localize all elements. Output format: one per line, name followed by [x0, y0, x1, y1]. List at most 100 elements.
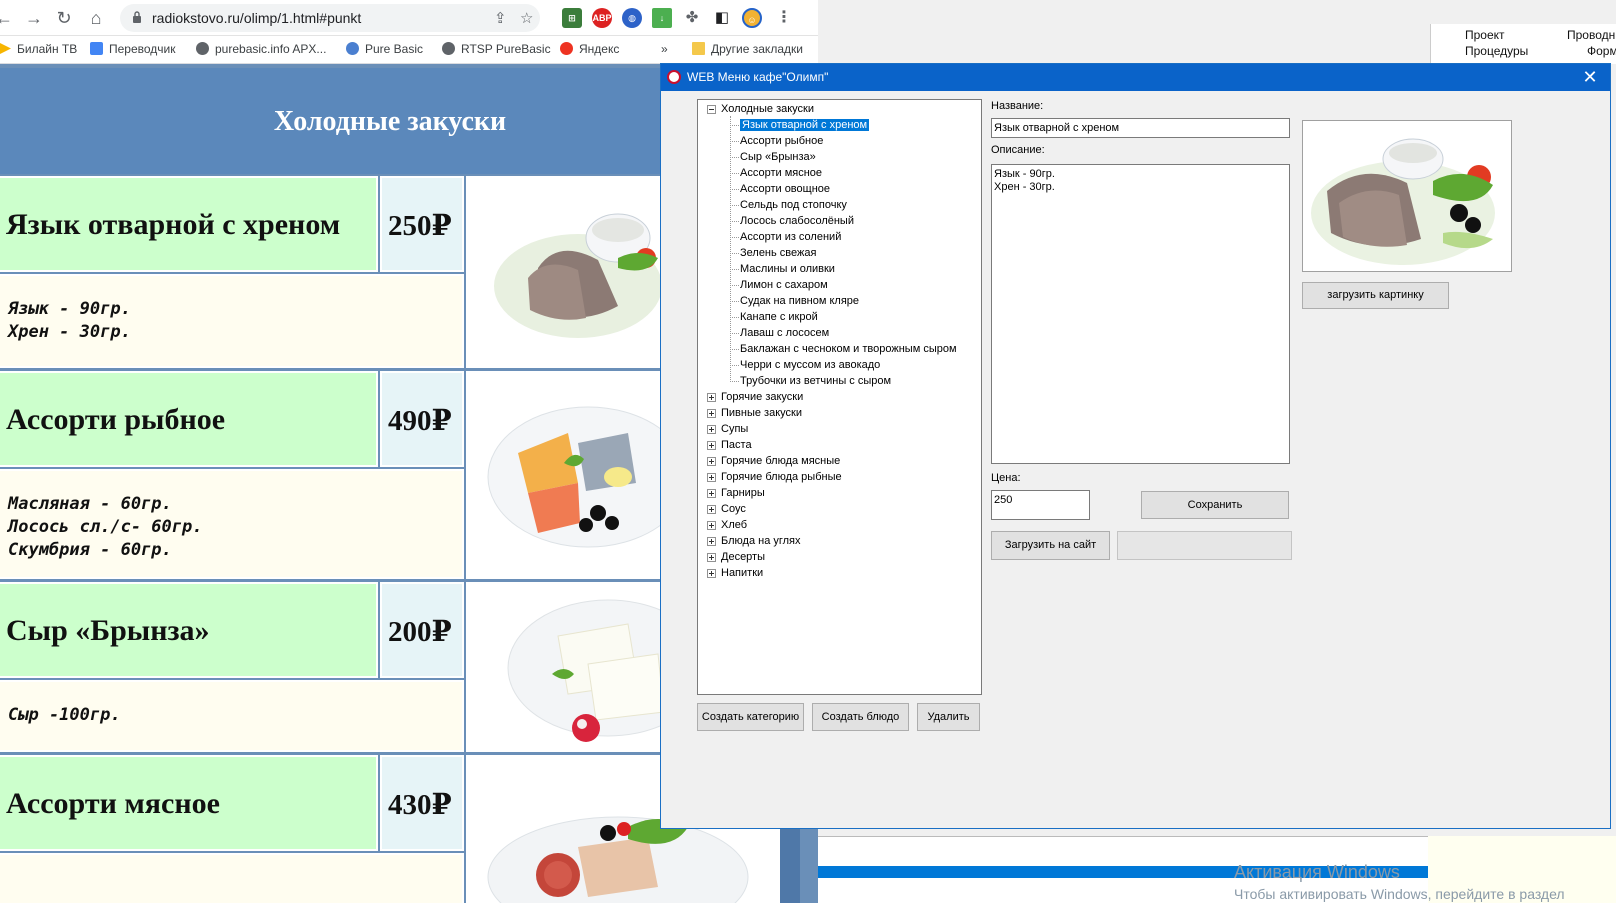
tree-item[interactable]: Сыр «Брынза» — [740, 150, 816, 164]
tree-label: Ассорти рыбное — [740, 135, 824, 147]
kebab-menu-icon[interactable]: ⋮ — [774, 8, 794, 28]
dish-price-cell: 200₽ — [380, 582, 464, 678]
tree-label: Пивные закуски — [721, 407, 802, 419]
bookmark-item[interactable]: RTSP PureBasic — [442, 42, 551, 56]
expand-icon[interactable] — [707, 457, 716, 466]
tree-category[interactable]: Соус — [721, 502, 746, 516]
save-button[interactable]: Сохранить — [1141, 491, 1289, 519]
expand-icon[interactable] — [707, 569, 716, 578]
tree-label: Баклажан с чесноком и творожным сыром — [740, 343, 957, 355]
create-dish-button[interactable]: Создать блюдо — [812, 703, 909, 731]
tab-form[interactable]: Форм — [1587, 44, 1616, 58]
expand-icon[interactable] — [707, 521, 716, 530]
address-bar[interactable]: radiokstovo.ru/olimp/1.html#punkt ⇪ ☆ — [120, 4, 540, 32]
bookmark-item[interactable]: Билайн ТВ — [0, 42, 77, 56]
tree-item[interactable]: Маслины и оливки — [740, 262, 835, 276]
tree-item[interactable]: Лосось слабосолёный — [740, 214, 854, 228]
reload-icon[interactable]: ↻ — [52, 6, 76, 30]
tree-item[interactable]: Канапе с икрой — [740, 310, 818, 324]
expand-icon[interactable] — [707, 473, 716, 482]
home-icon[interactable]: ⌂ — [84, 6, 108, 30]
menu-tree[interactable]: Холодные закуски Язык отварной с хреном Ас… — [697, 99, 982, 695]
expand-icon[interactable] — [707, 425, 716, 434]
expand-icon[interactable] — [707, 553, 716, 562]
tree-label: Соус — [721, 503, 746, 515]
back-icon[interactable]: ← — [0, 6, 16, 30]
create-category-button[interactable]: Создать категорию — [697, 703, 804, 731]
dish-name: Ассорти мясное — [6, 787, 220, 820]
adblock-icon[interactable]: ABP — [592, 8, 612, 28]
name-label: Название: — [991, 100, 1044, 112]
sidepanel-icon[interactable]: ◧ — [712, 8, 732, 28]
dish-desc-cell: Масляная - 60гр. Лосось сл./с- 60гр. Ску… — [0, 469, 464, 579]
bookmark-item[interactable]: Pure Basic — [346, 42, 423, 56]
tree-item[interactable]: Ассорти из солений — [740, 230, 841, 244]
tree-item[interactable]: Черри с муссом из авокадо — [740, 358, 880, 372]
bookmark-item[interactable]: purebasic.info APX... — [196, 42, 326, 56]
dialog-titlebar[interactable]: WEB Меню кафе"Олимп" ✕ — [661, 64, 1610, 91]
tree-category[interactable]: Горячие блюда мясные — [721, 454, 840, 468]
tree-category[interactable]: Паста — [721, 438, 752, 452]
tree-category-expanded[interactable]: Холодные закуски — [721, 102, 814, 116]
forward-icon[interactable]: → — [22, 6, 46, 30]
close-icon[interactable]: ✕ — [1578, 66, 1602, 88]
tree-item[interactable]: Баклажан с чесноком и творожным сыром — [740, 342, 957, 356]
tree-category[interactable]: Хлеб — [721, 518, 747, 532]
load-image-button[interactable]: загрузить картинку — [1302, 282, 1449, 309]
tree-category[interactable]: Напитки — [721, 566, 763, 580]
tree-item[interactable]: Зелень свежая — [740, 246, 816, 260]
tree-category[interactable]: Гарниры — [721, 486, 765, 500]
tab-project[interactable]: Проект — [1465, 28, 1505, 42]
description-field[interactable]: Язык - 90гр. Хрен - 30гр. — [991, 164, 1290, 464]
vpn-globe-icon[interactable]: ◍ — [622, 8, 642, 28]
tree-item[interactable]: Трубочки из ветчины с сыром — [740, 374, 891, 388]
expand-icon[interactable] — [707, 409, 716, 418]
other-bookmarks[interactable]: Другие закладки — [692, 42, 803, 56]
star-icon[interactable]: ☆ — [520, 9, 533, 27]
cheese-dish-image — [507, 599, 664, 742]
tree-category[interactable]: Пивные закуски — [721, 406, 802, 420]
expand-icon[interactable] — [707, 537, 716, 546]
tree-item[interactable]: Ассорти мясное — [740, 166, 822, 180]
tree-item[interactable]: Ассорти рыбное — [740, 134, 823, 148]
price-field[interactable]: 250 — [991, 490, 1090, 520]
avatar[interactable]: ☺ — [742, 8, 762, 28]
expand-icon[interactable] — [707, 441, 716, 450]
expand-icon[interactable] — [707, 393, 716, 402]
share-icon[interactable]: ⇪ — [494, 9, 507, 27]
tab-explorer[interactable]: Проводни — [1567, 28, 1616, 42]
tree-item[interactable]: Судак на пивном кляре — [740, 294, 859, 308]
extension-translate-icon[interactable]: ⊞ — [562, 8, 582, 28]
download-icon[interactable]: ↓ — [652, 8, 672, 28]
bookmark-item[interactable]: Переводчик — [90, 42, 176, 56]
tree-label: Гарниры — [721, 487, 765, 499]
more-bookmarks-icon[interactable]: » — [661, 42, 668, 56]
tree-item[interactable]: Язык отварной с хреном — [740, 118, 870, 132]
tree-item[interactable]: Ассорти овощное — [740, 182, 830, 196]
tree-category[interactable]: Горячие блюда рыбные — [721, 470, 842, 484]
bookmark-icon — [0, 42, 11, 55]
expand-icon[interactable] — [707, 505, 716, 514]
collapse-icon[interactable] — [707, 105, 716, 114]
puzzle-icon[interactable]: ✤ — [682, 8, 702, 28]
tree-category[interactable]: Супы — [721, 422, 748, 436]
tree-item[interactable]: Сельдь под стопочку — [740, 198, 847, 212]
tree-category[interactable]: Горячие закуски — [721, 390, 803, 404]
bookmark-label: Pure Basic — [365, 42, 424, 56]
upload-to-site-button[interactable]: Загрузить на сайт — [991, 531, 1110, 560]
tab-procedures[interactable]: Процедуры — [1465, 44, 1528, 58]
dish-image-preview — [1302, 120, 1512, 272]
tree-category[interactable]: Десерты — [721, 550, 765, 564]
expand-icon[interactable] — [707, 489, 716, 498]
dish-name-cell: Ассорти мясное — [0, 755, 378, 851]
dish-price-cell: 490₽ — [380, 371, 464, 467]
tree-label: Хлеб — [721, 519, 748, 531]
tree-category[interactable]: Блюда на углях — [721, 534, 801, 548]
tree-item[interactable]: Лаваш с лососем — [740, 326, 829, 340]
tree-connector — [730, 301, 739, 302]
tree-item[interactable]: Лимон с сахаром — [740, 278, 828, 292]
delete-button[interactable]: Удалить — [917, 703, 980, 731]
name-field[interactable]: Язык отварной с хреном — [991, 118, 1290, 138]
dish-name-cell: Язык отварной с хреном — [0, 176, 378, 272]
bookmark-item[interactable]: Яндекс — [560, 42, 619, 56]
